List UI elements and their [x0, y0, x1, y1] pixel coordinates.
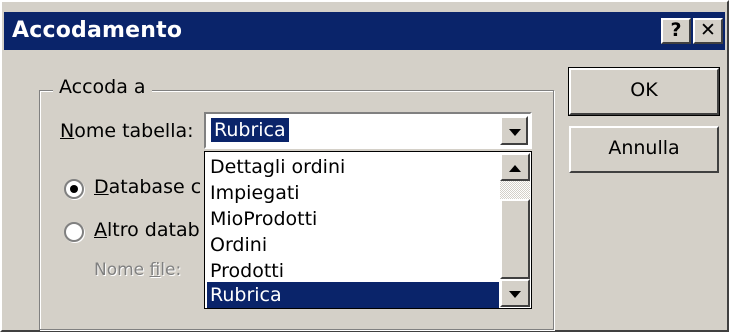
ok-button[interactable]: OK [568, 67, 720, 116]
file-name-label: Nome file: [94, 260, 182, 280]
table-name-label: Nome tabella: [60, 120, 194, 142]
current-database-label: Database c [94, 176, 202, 198]
list-item[interactable]: MioProdotti [207, 206, 499, 232]
close-button[interactable]: ✕ [693, 18, 723, 44]
scroll-thumb[interactable] [500, 199, 530, 279]
table-name-combo[interactable]: Rubrica [204, 112, 532, 149]
dialog-title: Accodamento [12, 18, 183, 43]
chevron-down-icon [509, 129, 521, 136]
list-item[interactable]: Prodotti [207, 258, 499, 284]
other-database-radio[interactable] [64, 222, 84, 242]
current-database-radio[interactable] [64, 179, 84, 199]
other-database-label: Altro datab [94, 219, 200, 241]
combo-dropdown-button[interactable] [500, 116, 528, 145]
chevron-up-icon [509, 165, 521, 172]
dropdown-scrollbar[interactable] [500, 153, 530, 307]
list-item[interactable]: Ordini [207, 232, 499, 258]
table-dropdown-list[interactable]: Dettagli ordini Impiegati MioProdotti Or… [204, 151, 532, 309]
scroll-up-button[interactable] [500, 153, 530, 181]
list-item[interactable]: Impiegati [207, 180, 499, 206]
title-bar[interactable]: Accodamento ? ✕ [4, 12, 725, 50]
scroll-down-button[interactable] [500, 279, 530, 307]
group-label: Accoda a [53, 76, 152, 98]
append-dialog: Accodamento ? ✕ Accoda a Nome tabella: R… [0, 0, 729, 332]
list-item[interactable]: Dettagli ordini [207, 154, 499, 180]
list-item-selected[interactable]: Rubrica [207, 282, 499, 308]
help-button[interactable]: ? [661, 18, 691, 44]
chevron-down-icon [509, 291, 521, 298]
cancel-button[interactable]: Annulla [569, 126, 719, 173]
table-name-value[interactable]: Rubrica [211, 118, 289, 142]
